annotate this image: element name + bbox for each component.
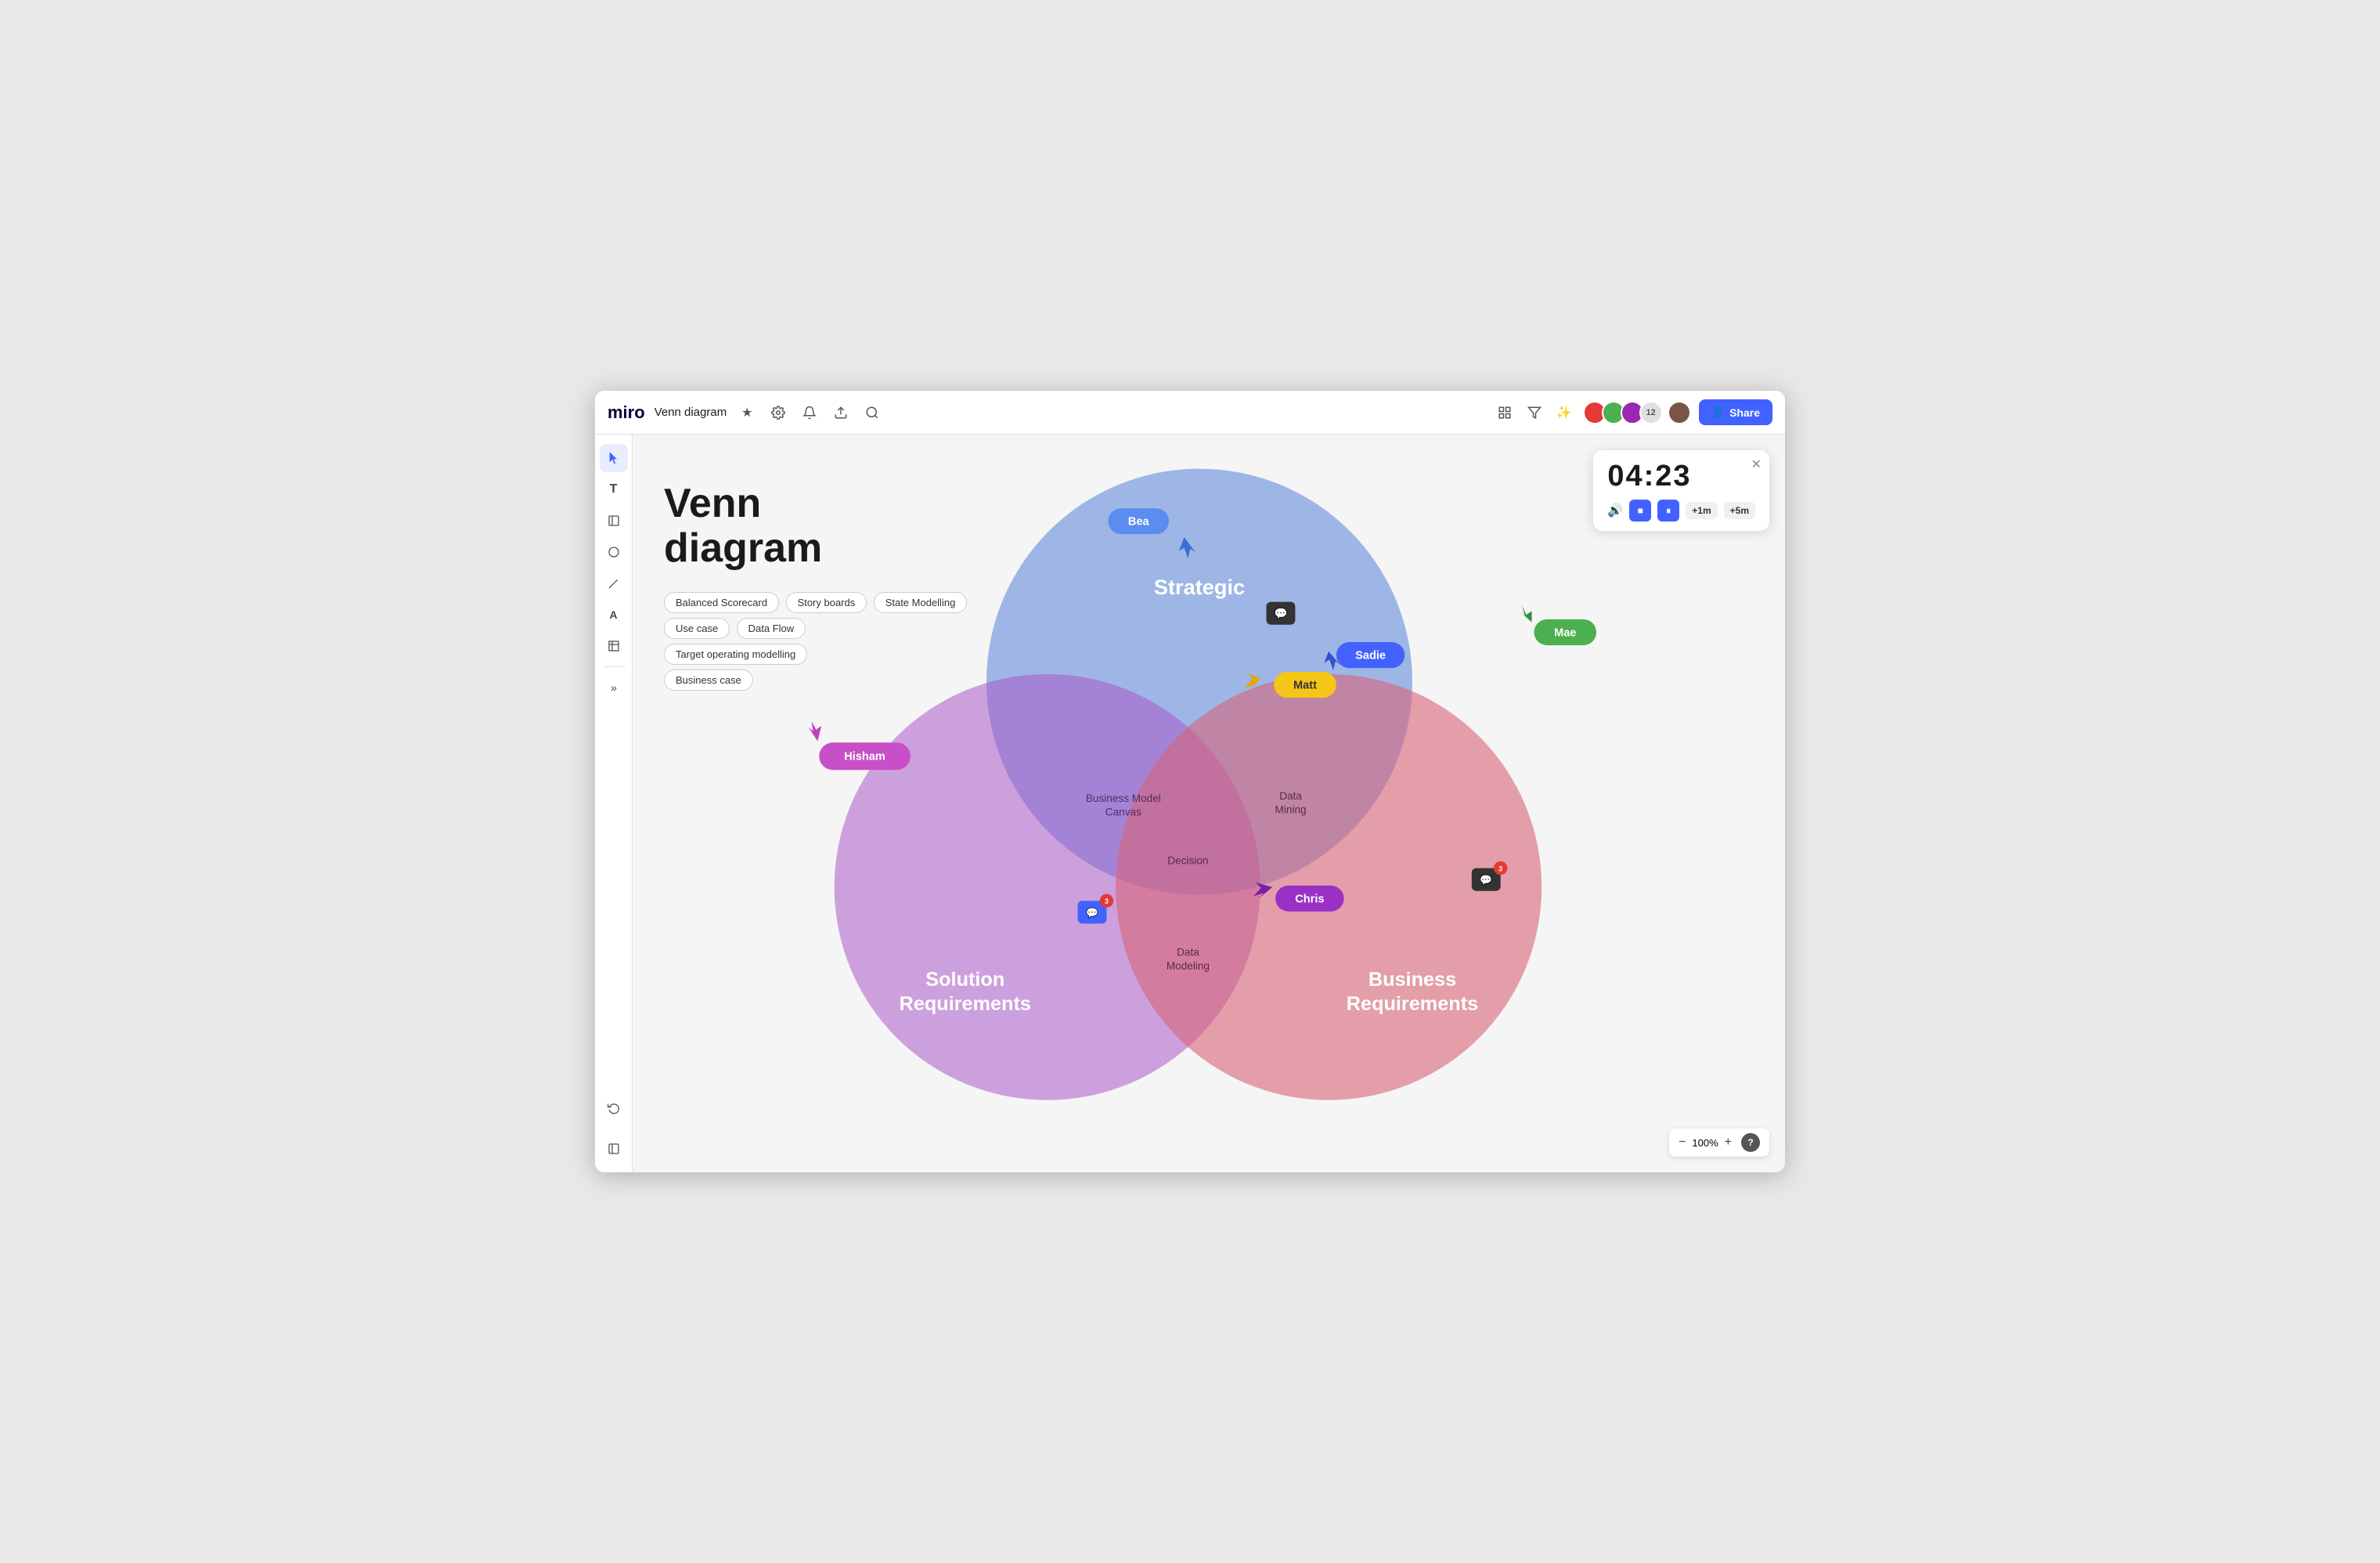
label-datamod-1: Data	[1177, 946, 1199, 958]
magic-icon[interactable]: ✨	[1553, 402, 1575, 424]
tag-state-modelling[interactable]: State Modelling	[874, 592, 968, 613]
label-bm-2: Canvas	[1105, 807, 1141, 818]
label-decision: Decision	[1167, 855, 1208, 867]
left-toolbar: T A »	[595, 435, 633, 1172]
share-icon: 👤	[1711, 406, 1725, 419]
tool-pen[interactable]	[600, 569, 628, 597]
chat-badge-2-label: 3	[1105, 897, 1109, 905]
tag-balanced-scorecard[interactable]: Balanced Scorecard	[664, 592, 779, 613]
user-sadie-label: Sadie	[1355, 649, 1386, 662]
chat-bubble-2-icon: 💬	[1086, 907, 1098, 919]
bell-icon[interactable]	[799, 402, 820, 424]
share-button[interactable]: 👤 Share	[1699, 399, 1772, 425]
zoom-out-button[interactable]: −	[1679, 1136, 1686, 1149]
label-business-2: Requirements	[1347, 993, 1478, 1015]
settings-icon[interactable]	[767, 402, 789, 424]
user-mae-label: Mae	[1554, 626, 1576, 639]
avatar-group: 12	[1583, 401, 1691, 424]
tool-frame[interactable]	[600, 632, 628, 660]
apps-icon[interactable]	[1494, 402, 1516, 424]
zoom-controls: − 100% + ?	[1669, 1128, 1769, 1157]
tool-shapes[interactable]	[600, 538, 628, 566]
help-button[interactable]: ?	[1741, 1133, 1760, 1152]
timer-close-button[interactable]: ✕	[1751, 457, 1762, 472]
timer-seconds: 23	[1655, 460, 1691, 493]
timer-display: 04:23	[1607, 460, 1755, 493]
star-icon[interactable]: ★	[736, 402, 758, 424]
user-mae-cursor	[1520, 605, 1532, 622]
timer-volume-icon[interactable]: 🔊	[1607, 503, 1623, 518]
tag-story-boards[interactable]: Story boards	[786, 592, 867, 613]
panel-toggle[interactable]	[600, 1135, 628, 1163]
diagram-title: Venn diagram	[664, 482, 970, 571]
label-solution-2: Requirements	[900, 993, 1031, 1015]
timer-minutes: 04	[1607, 460, 1643, 493]
chat-bubble-1-icon: 💬	[1274, 607, 1287, 619]
timer-add1m-button[interactable]: +1m	[1686, 502, 1717, 519]
canvas[interactable]: Venn diagram Balanced Scorecard Story bo…	[633, 435, 1785, 1172]
tag-business-case[interactable]: Business case	[664, 670, 753, 691]
tool-hand[interactable]: A	[600, 601, 628, 629]
avatar-me	[1668, 401, 1691, 424]
tool-more[interactable]: »	[600, 673, 628, 702]
timer-add5m-button[interactable]: +5m	[1724, 502, 1755, 519]
tag-target-operating[interactable]: Target operating modelling	[664, 644, 807, 665]
app-window: miro Venn diagram ★ ✨	[595, 391, 1785, 1172]
chat-badge-3-label: 3	[1498, 865, 1502, 872]
tag-data-flow[interactable]: Data Flow	[737, 618, 806, 639]
tag-use-case[interactable]: Use case	[664, 618, 730, 639]
filter-icon[interactable]	[1524, 402, 1545, 424]
search-icon[interactable]	[861, 402, 883, 424]
label-bm-1: Business Model	[1086, 792, 1161, 804]
user-matt-label: Matt	[1293, 679, 1317, 691]
main-area: T A »	[595, 435, 1785, 1172]
tool-text[interactable]: T	[600, 475, 628, 504]
user-chris-label: Chris	[1295, 893, 1324, 905]
tool-sticky[interactable]	[600, 507, 628, 535]
doc-title[interactable]: Venn diagram	[654, 406, 727, 419]
logo: miro	[608, 402, 645, 423]
user-hisham-label: Hisham	[844, 751, 885, 763]
user-bea-label: Bea	[1128, 515, 1150, 528]
avatar-count[interactable]: 12	[1639, 401, 1663, 424]
timer-widget: ✕ 04:23 🔊 ■ ⏸ +1m +5m	[1593, 450, 1769, 531]
label-strategic: Strategic	[1154, 575, 1245, 599]
label-solution-1: Solution	[925, 969, 1004, 991]
label-dm-2: Mining	[1275, 804, 1307, 816]
tags-panel: Venn diagram Balanced Scorecard Story bo…	[664, 482, 970, 693]
tags-container: Balanced Scorecard Story boards State Mo…	[664, 590, 970, 693]
upload-icon[interactable]	[830, 402, 852, 424]
user-hisham-cursor	[809, 721, 822, 741]
share-label: Share	[1729, 406, 1760, 419]
tool-select[interactable]	[600, 444, 628, 472]
header-right: ✨ 12 👤 Share	[1494, 399, 1772, 425]
label-business-1: Business	[1368, 969, 1456, 991]
label-dm-1: Data	[1279, 790, 1302, 802]
undo-button[interactable]	[600, 1094, 628, 1122]
timer-controls: 🔊 ■ ⏸ +1m +5m	[1607, 500, 1755, 522]
label-datamod-2: Modeling	[1167, 960, 1210, 972]
zoom-in-button[interactable]: +	[1725, 1136, 1732, 1149]
timer-pause-button[interactable]: ⏸	[1657, 500, 1679, 522]
timer-separator: :	[1644, 460, 1656, 493]
chat-bubble-3-icon: 💬	[1480, 874, 1492, 886]
timer-stop-button[interactable]: ■	[1629, 500, 1651, 522]
zoom-level: 100%	[1692, 1137, 1718, 1149]
header: miro Venn diagram ★ ✨	[595, 391, 1785, 435]
